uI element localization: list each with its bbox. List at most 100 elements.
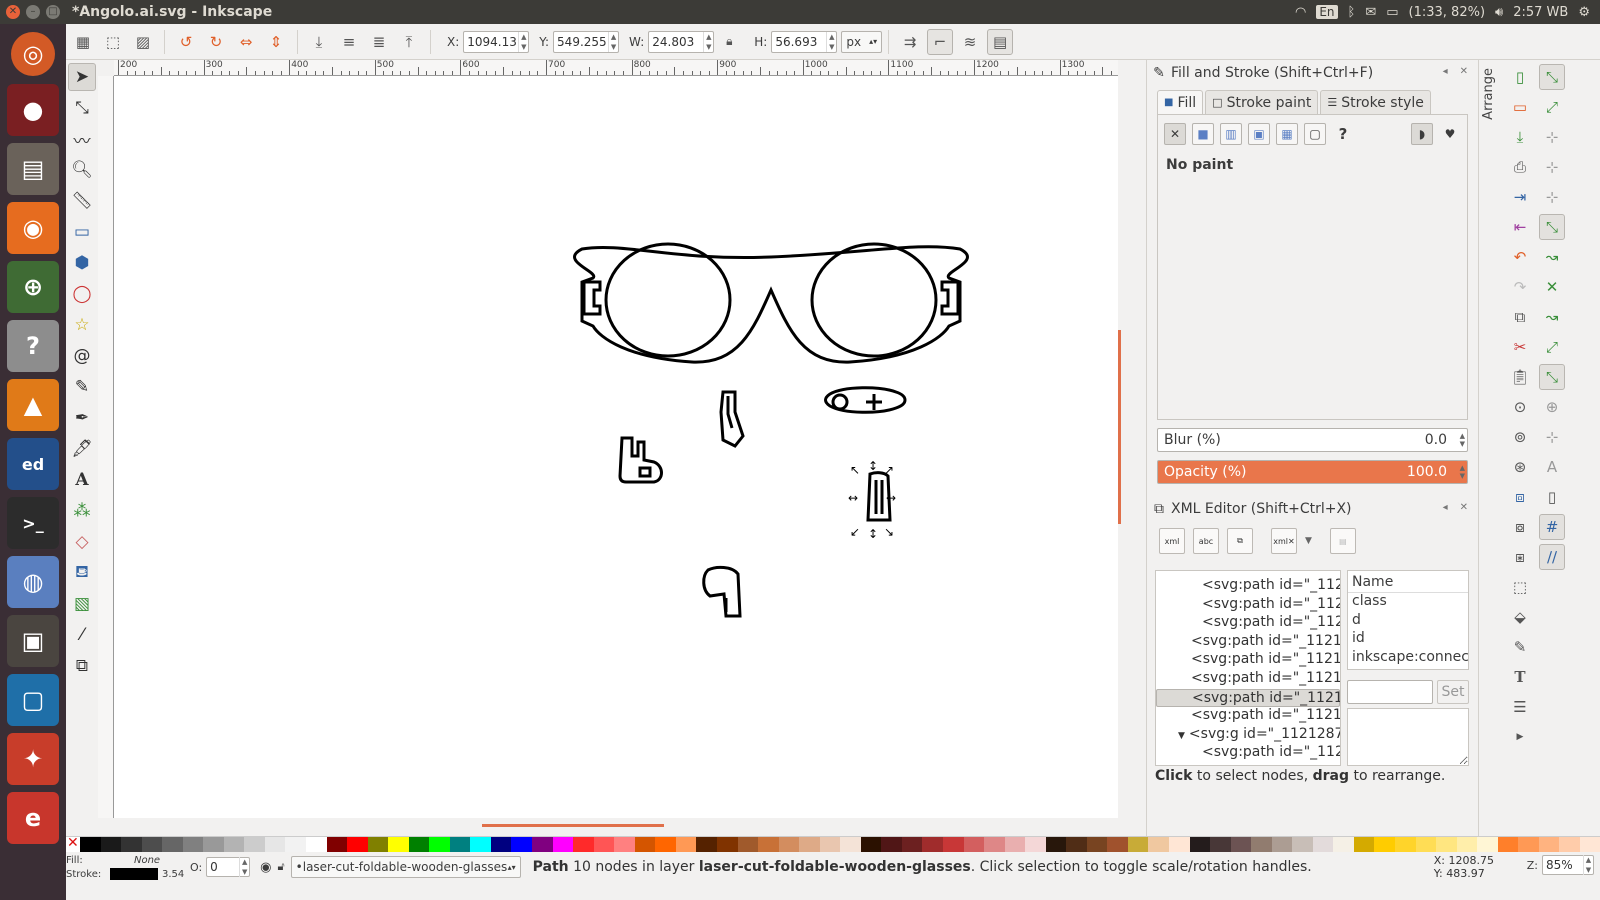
app-bird-icon[interactable]: ✦ xyxy=(7,733,59,785)
x-input[interactable] xyxy=(464,31,519,52)
paint-bucket-tool-icon[interactable]: ⛾ xyxy=(68,559,96,587)
color-swatch[interactable] xyxy=(1312,837,1334,853)
lock-ratio-icon[interactable]: 🔒︎ xyxy=(716,29,742,55)
color-swatch[interactable] xyxy=(634,837,656,853)
more-options-chevron-icon[interactable]: ▼ xyxy=(1305,536,1312,546)
color-swatch[interactable] xyxy=(285,837,307,853)
radial-gradient-button[interactable]: ▣ xyxy=(1248,123,1270,145)
color-swatch[interactable] xyxy=(1395,837,1416,853)
copy-icon[interactable]: ⧉ xyxy=(1507,304,1533,330)
chrome-icon[interactable]: ◍ xyxy=(7,556,59,608)
deselect-icon[interactable]: ▨ xyxy=(130,29,156,55)
app-launcher-red-icon[interactable]: ● xyxy=(7,84,59,136)
pen-tool-icon[interactable]: ✒ xyxy=(68,404,96,432)
y-spin-arrows[interactable]: ▲ ▼ xyxy=(608,31,618,52)
battery-icon[interactable]: ▭ xyxy=(1386,5,1398,20)
new-element-node-icon[interactable]: xml xyxy=(1159,528,1185,554)
layer-lock-icon[interactable]: 🔓︎ xyxy=(278,860,285,874)
w-spin-arrows[interactable]: ▲ ▼ xyxy=(703,31,713,52)
zoom-drawing-icon[interactable]: ⊚ xyxy=(1507,424,1533,450)
files-icon[interactable]: ▤ xyxy=(7,143,59,195)
select-all-icon[interactable]: ▦ xyxy=(70,29,96,55)
flip-horizontal-icon[interactable]: ⇔ xyxy=(233,29,259,55)
color-swatch[interactable] xyxy=(429,837,450,853)
pattern-button[interactable]: ▢ xyxy=(1304,123,1326,145)
opacity-slider[interactable]: Opacity (%) 100.0 ▲ ▼ xyxy=(1157,460,1468,484)
volume-icon[interactable]: 🔊︎ xyxy=(1495,5,1503,20)
vertical-scrollbar[interactable] xyxy=(1118,76,1146,818)
x-spin-arrows[interactable]: ▲ ▼ xyxy=(518,31,528,52)
w-spinbox[interactable]: ▲▼ xyxy=(648,30,715,53)
tab-stroke-paint[interactable]: □ Stroke paint xyxy=(1205,90,1319,114)
fill-rule-evenodd-button[interactable]: ◗ xyxy=(1411,123,1433,145)
color-swatch[interactable] xyxy=(1579,837,1600,853)
h-input[interactable] xyxy=(772,31,827,52)
xml-node[interactable]: <svg:path id="_11216 xyxy=(1156,577,1340,596)
color-swatch[interactable] xyxy=(778,837,800,853)
system-monitor-icon[interactable]: ⊕ xyxy=(7,261,59,313)
indent-node-icon[interactable]: ▤ xyxy=(1329,528,1356,554)
tweak-tool-icon[interactable]: 〰 xyxy=(68,125,96,153)
zoom-tool-icon[interactable]: 🔍︎ xyxy=(68,156,96,184)
horizontal-scrollbar[interactable] xyxy=(114,818,1118,836)
color-swatch[interactable] xyxy=(532,837,553,853)
opacity-spin-arrows[interactable]: ▲ ▼ xyxy=(239,857,249,877)
color-swatch[interactable] xyxy=(1518,837,1539,853)
open-document-icon[interactable]: ▭ xyxy=(1507,94,1533,120)
snap-smooth-nodes-icon[interactable]: ↝ xyxy=(1539,304,1565,330)
snap-others-icon[interactable]: ⤡ xyxy=(1539,364,1565,390)
close-panel-icon[interactable]: ✕ xyxy=(1460,66,1468,77)
xml-node[interactable]: <svg:path id="_11212 xyxy=(1156,596,1340,615)
color-swatch[interactable] xyxy=(901,837,923,853)
color-swatch[interactable] xyxy=(552,837,574,853)
text-tool-icon[interactable]: A xyxy=(68,466,96,494)
color-swatch[interactable] xyxy=(1497,837,1519,853)
color-swatch[interactable] xyxy=(388,837,409,853)
snap-bbox-edge-icon[interactable]: ⊹ xyxy=(1539,124,1565,150)
fill-value[interactable]: None xyxy=(134,855,160,866)
color-swatch[interactable] xyxy=(1148,837,1169,853)
color-swatch[interactable] xyxy=(1456,837,1478,853)
gradient-tool-icon[interactable]: ▧ xyxy=(68,590,96,618)
snap-enable-icon[interactable]: ⤡ xyxy=(1539,64,1565,90)
color-swatch[interactable] xyxy=(1230,837,1252,853)
color-swatch[interactable] xyxy=(840,837,861,853)
h-spin-arrows[interactable]: ▲ ▼ xyxy=(826,31,836,52)
color-swatch[interactable] xyxy=(121,837,142,853)
redo-icon[interactable]: ↷ xyxy=(1507,274,1533,300)
color-swatch[interactable] xyxy=(1353,837,1375,853)
color-swatch[interactable] xyxy=(758,837,779,853)
clock[interactable]: 2:57 WB xyxy=(1513,5,1568,20)
remote-desktop-icon[interactable]: ▢ xyxy=(7,674,59,726)
delete-node-icon[interactable]: xml✕ xyxy=(1271,528,1297,554)
select-all-layers-icon[interactable]: ⬚ xyxy=(100,29,126,55)
xml-node[interactable]: <svg:path id="_112129 xyxy=(1156,651,1340,670)
snap-path-icon[interactable]: ↝ xyxy=(1539,244,1565,270)
zoom-spin-arrows[interactable]: ▲ ▼ xyxy=(1583,855,1593,875)
color-swatch[interactable] xyxy=(80,837,101,853)
spiral-tool-icon[interactable]: @ xyxy=(68,342,96,370)
blur-slider[interactable]: Blur (%) 0.0 ▲ ▼ xyxy=(1157,428,1468,452)
attribute-name-header[interactable]: Name xyxy=(1348,571,1468,593)
no-paint-swatch[interactable] xyxy=(66,835,80,852)
vlc-icon[interactable]: ▲ xyxy=(7,379,59,431)
y-input[interactable] xyxy=(554,31,609,52)
print-icon[interactable]: ⎙ xyxy=(1507,154,1533,180)
color-swatch[interactable] xyxy=(593,837,615,853)
collapse-panel-icon[interactable]: ◂ xyxy=(1443,502,1448,513)
color-swatch[interactable] xyxy=(1477,837,1498,853)
mail-icon[interactable]: ✉ xyxy=(1365,5,1376,20)
color-swatch[interactable] xyxy=(306,837,327,853)
fill-rule-nonzero-button[interactable]: ♥ xyxy=(1439,123,1461,145)
color-swatch[interactable] xyxy=(799,837,820,853)
ellipse-tool-icon[interactable]: ◯ xyxy=(68,280,96,308)
tab-stroke-style[interactable]: ☰ Stroke style xyxy=(1320,90,1431,114)
color-swatch[interactable] xyxy=(1168,837,1190,853)
linear-gradient-button[interactable]: ▥ xyxy=(1220,123,1242,145)
y-spinbox[interactable]: ▲▼ xyxy=(553,30,620,53)
undo-icon[interactable]: ↶ xyxy=(1507,244,1533,270)
color-swatch[interactable] xyxy=(1271,837,1293,853)
color-swatch[interactable] xyxy=(141,837,163,853)
star-tool-icon[interactable]: ☆ xyxy=(68,311,96,339)
color-swatch[interactable] xyxy=(326,837,348,853)
